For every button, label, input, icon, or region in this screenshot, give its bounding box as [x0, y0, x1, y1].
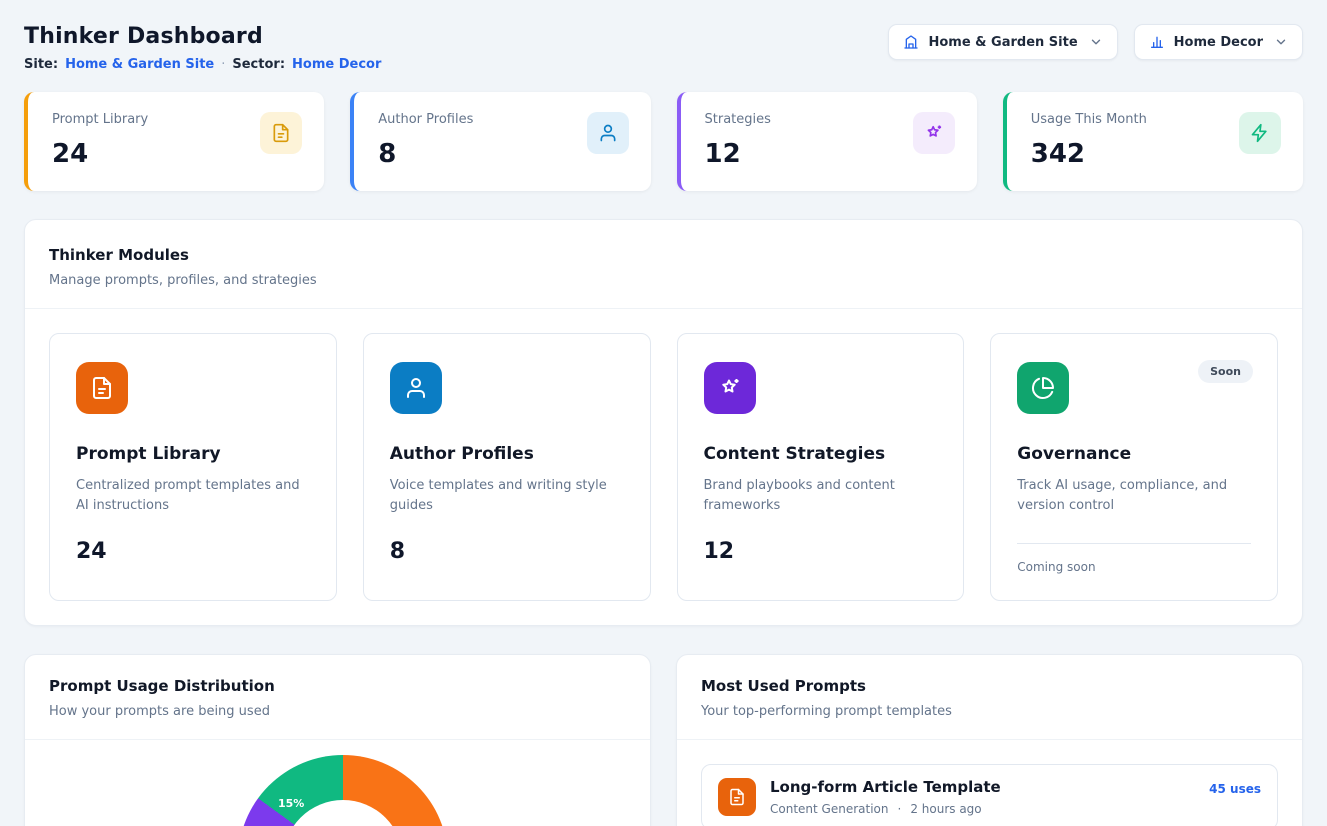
- separator-dot: ·: [897, 802, 901, 816]
- most-used-panel: Most Used Prompts Your top-performing pr…: [676, 654, 1303, 826]
- prompt-category: Content Generation: [770, 802, 888, 816]
- page-header: Thinker Dashboard Site: Home & Garden Si…: [24, 24, 1303, 72]
- module-description: Brand playbooks and content frameworks: [704, 476, 938, 515]
- site-selector-dropdown[interactable]: Home & Garden Site: [888, 24, 1117, 60]
- section-title: Thinker Modules: [49, 246, 1278, 264]
- module-description: Voice templates and writing style guides: [390, 476, 624, 515]
- chevron-down-icon: [1089, 35, 1103, 49]
- sector-link[interactable]: Home Decor: [292, 57, 381, 72]
- module-title: Content Strategies: [704, 444, 938, 464]
- modules-grid: Prompt Library Centralized prompt templa…: [25, 309, 1302, 625]
- document-icon: [76, 362, 128, 414]
- panel-subtitle: How your prompts are being used: [49, 704, 626, 719]
- document-icon: [260, 112, 302, 154]
- bottom-panels: Prompt Usage Distribution How your promp…: [24, 654, 1303, 826]
- module-card-author-profiles[interactable]: Author Profiles Voice templates and writ…: [363, 333, 651, 601]
- page-title: Thinker Dashboard: [24, 24, 381, 49]
- uses-badge: 45 uses: [1209, 782, 1261, 796]
- module-title: Author Profiles: [390, 444, 624, 464]
- sector-label: Sector:: [232, 57, 285, 72]
- module-description: Centralized prompt templates and AI inst…: [76, 476, 310, 515]
- panel-title: Most Used Prompts: [701, 677, 1278, 695]
- person-icon: [390, 362, 442, 414]
- section-subtitle: Manage prompts, profiles, and strategies: [49, 273, 1278, 288]
- site-label: Site:: [24, 57, 58, 72]
- pie-chart-icon: [1017, 362, 1069, 414]
- divider: [1017, 543, 1251, 544]
- header-selectors: Home & Garden Site Home Decor: [888, 24, 1303, 60]
- building-icon: [903, 34, 919, 50]
- module-title: Governance: [1017, 444, 1251, 464]
- breadcrumb: Site: Home & Garden Site · Sector: Home …: [24, 57, 381, 72]
- module-count: 24: [76, 539, 310, 564]
- module-description: Track AI usage, compliance, and version …: [1017, 476, 1251, 515]
- donut-segment-label: 15%: [278, 797, 304, 810]
- prompt-time: 2 hours ago: [910, 802, 981, 816]
- sector-selector-dropdown[interactable]: Home Decor: [1134, 24, 1303, 60]
- separator-dot: ·: [221, 57, 225, 72]
- modules-section-header: Thinker Modules Manage prompts, profiles…: [25, 220, 1302, 309]
- header-left: Thinker Dashboard Site: Home & Garden Si…: [24, 24, 381, 72]
- panel-title: Prompt Usage Distribution: [49, 677, 626, 695]
- stat-card-prompt-library: Prompt Library 24: [24, 92, 324, 191]
- module-count: 8: [390, 539, 624, 564]
- bar-chart-icon: [1149, 34, 1165, 50]
- panel-header: Most Used Prompts Your top-performing pr…: [677, 655, 1302, 740]
- module-title: Prompt Library: [76, 444, 310, 464]
- list-item-long-form-article[interactable]: Long-form Article Template Content Gener…: [701, 764, 1278, 826]
- panel-header: Prompt Usage Distribution How your promp…: [25, 655, 650, 740]
- prompt-meta: Content Generation · 2 hours ago: [770, 802, 1195, 816]
- site-selector-label: Home & Garden Site: [928, 35, 1077, 50]
- stat-card-usage: Usage This Month 342: [1003, 92, 1303, 191]
- chevron-down-icon: [1274, 35, 1288, 49]
- list-item-text: Long-form Article Template Content Gener…: [770, 778, 1195, 816]
- most-used-list: Long-form Article Template Content Gener…: [677, 764, 1302, 826]
- prompt-usage-panel: Prompt Usage Distribution How your promp…: [24, 654, 651, 826]
- stats-row: Prompt Library 24 Author Profiles 8 Stra…: [24, 92, 1303, 191]
- thinker-dashboard-page: Thinker Dashboard Site: Home & Garden Si…: [0, 0, 1327, 826]
- module-card-content-strategies[interactable]: Content Strategies Brand playbooks and c…: [677, 333, 965, 601]
- person-icon: [587, 112, 629, 154]
- coming-soon-label: Coming soon: [1017, 560, 1251, 574]
- module-card-prompt-library[interactable]: Prompt Library Centralized prompt templa…: [49, 333, 337, 601]
- panel-subtitle: Your top-performing prompt templates: [701, 704, 1278, 719]
- star-icon: [913, 112, 955, 154]
- star-icon: [704, 362, 756, 414]
- document-icon: [718, 778, 756, 816]
- module-count: 12: [704, 539, 938, 564]
- module-card-governance: Soon Governance Track AI usage, complian…: [990, 333, 1278, 601]
- sector-selector-label: Home Decor: [1174, 35, 1263, 50]
- site-link[interactable]: Home & Garden Site: [65, 57, 214, 72]
- stat-card-author-profiles: Author Profiles 8: [350, 92, 650, 191]
- lightning-icon: [1239, 112, 1281, 154]
- soon-badge: Soon: [1198, 360, 1253, 383]
- thinker-modules-section: Thinker Modules Manage prompts, profiles…: [24, 219, 1303, 626]
- prompt-title: Long-form Article Template: [770, 778, 1195, 796]
- usage-donut-chart: 15%: [238, 755, 448, 826]
- stat-card-strategies: Strategies 12: [677, 92, 977, 191]
